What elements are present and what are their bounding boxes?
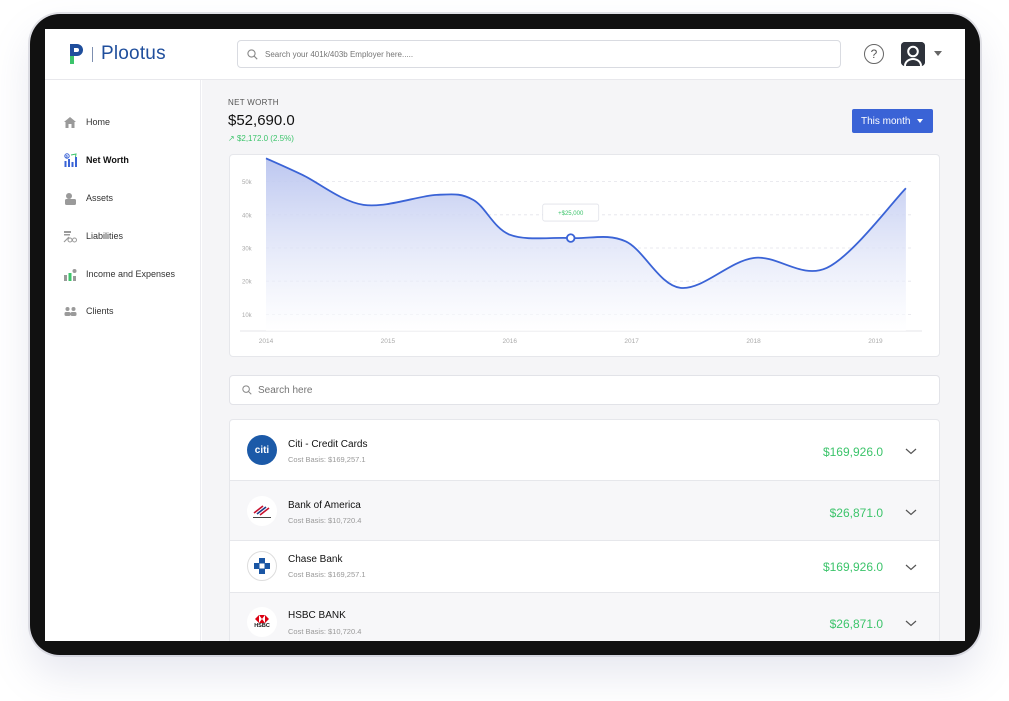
y-tick-label: 50k — [242, 180, 253, 186]
app-screen: Plootus ? Home — [45, 29, 965, 641]
search-icon — [242, 385, 252, 395]
account-cost-basis: Cost Basis: $10,720.4 — [288, 627, 362, 636]
y-tick-label: 10k — [242, 313, 253, 319]
sidebar-item-clients[interactable]: Clients — [63, 302, 114, 320]
net-worth-change: ↗ $2,172.0 (2.5%) — [228, 134, 294, 143]
sidebar-item-net-worth[interactable]: $ Net Worth — [63, 151, 129, 169]
chevron-down-icon[interactable] — [905, 506, 917, 518]
account-search-input[interactable] — [258, 384, 858, 396]
net-worth-icon: $ — [63, 153, 77, 167]
chase-logo — [247, 551, 277, 581]
user-avatar-icon — [901, 42, 925, 66]
account-amount: $169,926.0 — [822, 560, 883, 574]
sidebar-item-label: Clients — [86, 306, 114, 316]
plootus-logo-icon — [70, 44, 83, 64]
citi-logo: citi — [247, 435, 277, 465]
hsbc-logo: HSBC — [247, 607, 277, 637]
employer-search[interactable] — [237, 40, 841, 68]
account-cost-basis: Cost Basis: $169,257.1 — [288, 570, 366, 579]
chevron-down-icon — [917, 119, 923, 123]
net-worth-label: NET WORTH — [228, 98, 279, 107]
net-worth-change-value: $2,172.0 (2.5%) — [236, 134, 294, 143]
hsbc-logo-text: HSBC — [254, 623, 270, 629]
account-cost-basis: Cost Basis: $10,720.4 — [288, 516, 362, 525]
account-cost-basis: Cost Basis: $169,257.1 — [288, 455, 366, 464]
account-row-citi[interactable]: citi Citi - Credit Cards Cost Basis: $16… — [230, 420, 939, 481]
account-name: HSBC BANK — [288, 610, 346, 621]
x-tick-label: 2014 — [259, 338, 274, 345]
sidebar-item-liabilities[interactable]: Liabilities — [63, 227, 123, 245]
chevron-down-icon[interactable] — [905, 617, 917, 629]
y-tick-label: 30k — [242, 247, 253, 253]
account-name: Bank of America — [288, 500, 361, 511]
sidebar-item-label: Liabilities — [86, 231, 124, 241]
net-worth-chart-card: 10k 20k 30k 40k 50k 2014 2015 2016 2017 2018 2019 … — [229, 154, 940, 357]
account-row-bank-of-america[interactable]: Bank of America Cost Basis: $10,720.4 $2… — [230, 481, 939, 541]
x-tick-label: 2015 — [381, 338, 396, 345]
x-tick-label: 2016 — [503, 338, 518, 345]
y-tick-label: 20k — [242, 280, 253, 286]
avatar[interactable] — [901, 42, 925, 66]
net-worth-chart[interactable]: 10k20k30k40k50k2014 2015 2016 2017 2018 2019 … — [230, 155, 941, 358]
sidebar-item-income-expenses[interactable]: Income and Expenses — [63, 265, 175, 283]
account-name: Chase Bank — [288, 554, 343, 565]
data-point-marker — [566, 233, 576, 243]
accounts-list: citi Citi - Credit Cards Cost Basis: $16… — [229, 419, 940, 641]
account-menu-caret-icon[interactable] — [934, 51, 942, 56]
sidebar-item-home[interactable]: Home — [63, 113, 110, 131]
tooltip-label: +$25,000 — [558, 211, 584, 217]
top-bar: Plootus ? — [45, 29, 965, 80]
account-name: Citi - Credit Cards — [288, 439, 368, 450]
trend-up-icon: ↗ — [228, 134, 235, 143]
bank-of-america-flag-icon — [253, 505, 271, 518]
liabilities-icon — [63, 229, 77, 243]
clients-icon — [63, 304, 77, 318]
x-tick-label: 2017 — [624, 338, 639, 345]
period-dropdown-button[interactable]: This month — [852, 109, 933, 133]
chevron-down-icon[interactable] — [905, 561, 917, 573]
sidebar-item-assets[interactable]: Assets — [63, 189, 113, 207]
account-search[interactable] — [229, 375, 940, 405]
y-tick-label: 40k — [242, 213, 253, 219]
chevron-down-icon[interactable] — [905, 445, 917, 457]
income-expenses-icon — [63, 267, 77, 281]
bank-of-america-logo — [247, 496, 277, 526]
sidebar-item-label: Net Worth — [86, 155, 129, 165]
assets-icon — [63, 191, 77, 205]
net-worth-value: $52,690.0 — [228, 112, 295, 129]
home-icon — [63, 115, 77, 129]
citi-logo-text: citi — [254, 444, 270, 456]
x-tick-label: 2019 — [868, 338, 883, 345]
period-dropdown-label: This month — [861, 115, 911, 127]
search-icon — [247, 48, 258, 60]
account-row-hsbc[interactable]: HSBC HSBC BANK Cost Basis: $10,720.4 $26… — [230, 593, 939, 641]
logo-separator — [92, 46, 93, 62]
x-tick-label: 2018 — [746, 338, 761, 345]
account-amount: $26,871.0 — [829, 617, 883, 631]
app-logo[interactable]: Plootus — [68, 42, 166, 66]
account-amount: $169,926.0 — [822, 445, 883, 459]
help-icon[interactable]: ? — [864, 44, 884, 64]
employer-search-input[interactable] — [265, 49, 825, 59]
account-row-chase[interactable]: Chase Bank Cost Basis: $169,257.1 $169,9… — [230, 541, 939, 593]
account-amount: $26,871.0 — [829, 506, 883, 520]
chase-octagon-icon — [254, 558, 270, 574]
sidebar-item-label: Home — [86, 117, 111, 127]
sidebar-item-label: Income and Expenses — [86, 269, 176, 279]
sidebar-item-label: Assets — [86, 193, 114, 203]
series-area — [266, 158, 906, 331]
hsbc-hexagon-icon — [255, 615, 269, 623]
sidebar: Home $ Net Worth Assets Liabilities Inco… — [45, 80, 201, 641]
app-name: Plootus — [101, 43, 166, 64]
main-content: NET WORTH $52,690.0 ↗ $2,172.0 (2.5%) Th… — [202, 80, 965, 641]
